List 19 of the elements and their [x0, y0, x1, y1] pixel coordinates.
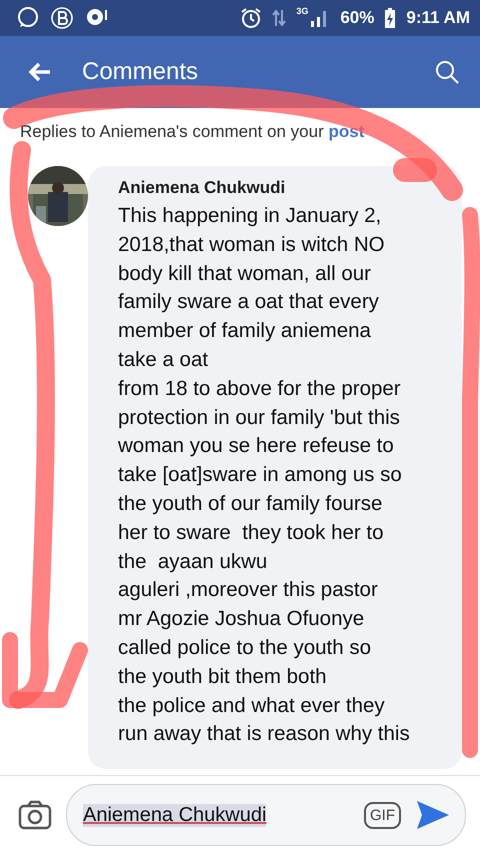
clock: 9:11 AM: [406, 8, 470, 28]
input-field[interactable]: Aniemena Chukwudi: [83, 804, 266, 826]
camera-icon[interactable]: [18, 800, 52, 830]
post-link[interactable]: post: [328, 122, 364, 141]
battery-percent: 60%: [340, 8, 374, 28]
back-arrow-icon[interactable]: [28, 62, 52, 82]
comment-author[interactable]: Aniemena Chukwudi: [118, 178, 286, 198]
data-arrows-icon: [272, 8, 286, 28]
letter-circle-icon: [50, 6, 74, 30]
chat-app-icon: [16, 6, 40, 30]
send-icon[interactable]: [415, 799, 451, 831]
page-title: Comments: [82, 58, 200, 86]
gif-button[interactable]: GIF: [364, 802, 401, 828]
battery-charging-icon: [384, 7, 396, 29]
search-icon[interactable]: [434, 59, 460, 85]
network-type: 3G: [296, 6, 308, 16]
alarm-icon: [240, 7, 262, 29]
comment-text: This happening in January 2, 2018,that woman is witch NO body kill that woman, all our family sware a oat that every member of family aniemena take a oat from 18 to above for the proper protection in our family 'but this woman you se here refeuse to take [oat]sware in among us so the youth of our family fourse her to sware they took her to the ayaan ukwu aguleri ,moreover this pastor mr Agozie Joshua Ofuonye called police to the youth so the youth bit them both the police and what ever they run away that is reason why this: [118, 203, 411, 748]
replies-context: Replies to Aniemena's comment on your post: [19, 121, 366, 142]
